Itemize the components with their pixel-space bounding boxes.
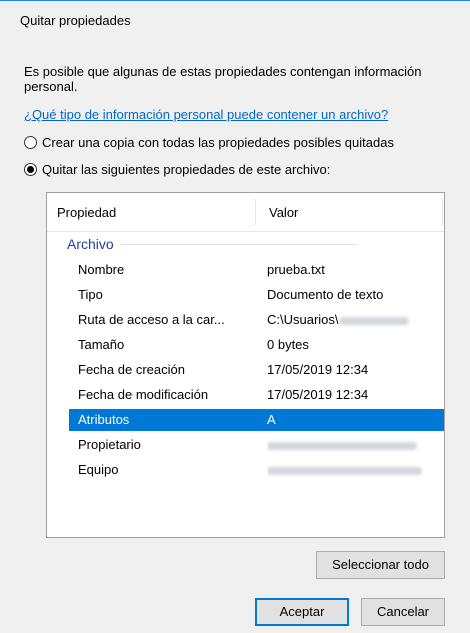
row-property: Fecha de modificación: [78, 387, 209, 402]
row-property: Ruta de acceso a la car...: [78, 312, 225, 327]
dialog-title: Quitar propiedades: [20, 13, 131, 28]
table-row[interactable]: Propietario: [69, 434, 444, 456]
accept-button[interactable]: Aceptar: [255, 598, 349, 626]
redacted-value: [267, 441, 417, 450]
select-all-button[interactable]: Seleccionar todo: [316, 551, 445, 579]
column-header-property[interactable]: Propiedad: [57, 205, 116, 220]
table-row[interactable]: Tipo Documento de texto: [69, 284, 444, 306]
dialog-description: Es posible que algunas de estas propieda…: [24, 64, 422, 94]
table-row[interactable]: Tamaño 0 bytes: [69, 334, 444, 356]
row-value: 17/05/2019 12:34: [267, 362, 369, 377]
column-divider[interactable]: [442, 199, 443, 225]
column-divider[interactable]: [255, 199, 256, 225]
list-header: Propiedad Valor: [47, 193, 444, 232]
row-property: Propietario: [78, 437, 141, 452]
cancel-button[interactable]: Cancelar: [361, 598, 445, 626]
table-row[interactable]: Ruta de acceso a la car... C:\Usuarios\: [69, 309, 444, 331]
radio-create-copy[interactable]: [24, 136, 37, 149]
table-row[interactable]: Equipo: [69, 459, 444, 481]
option-create-copy-label: Crear una copia con todas las propiedade…: [42, 135, 394, 150]
option-remove-properties[interactable]: Quitar las siguientes propiedades de est…: [24, 162, 330, 177]
row-value: 17/05/2019 12:34: [267, 387, 369, 402]
table-row-selected[interactable]: Atributos A: [69, 409, 444, 431]
row-value: [267, 459, 442, 481]
row-value: prueba.txt: [267, 262, 325, 277]
row-value: C:\Usuarios\: [267, 309, 442, 331]
group-divider: [119, 243, 357, 245]
row-value: 0 bytes: [267, 337, 309, 352]
option-create-copy[interactable]: Crear una copia con todas las propiedade…: [24, 135, 394, 150]
row-property: Atributos: [78, 412, 130, 427]
row-property: Fecha de creación: [78, 362, 185, 377]
row-property: Tamaño: [78, 337, 125, 352]
row-property: Nombre: [78, 262, 125, 277]
column-header-value[interactable]: Valor: [269, 205, 298, 220]
group-title: Archivo: [67, 236, 114, 252]
remove-properties-dialog: Quitar propiedades Es posible que alguna…: [0, 0, 470, 633]
row-value: Documento de texto: [267, 287, 384, 302]
row-property: Equipo: [78, 462, 119, 477]
properties-list[interactable]: Propiedad Valor Archivo Nombre prueba.tx…: [46, 192, 445, 538]
row-property: Tipo: [78, 287, 103, 302]
group-header-archivo: Archivo: [67, 236, 357, 252]
table-row[interactable]: Fecha de creación 17/05/2019 12:34: [69, 359, 444, 381]
redacted-value: [267, 466, 422, 475]
row-value-text: C:\Usuarios\: [267, 312, 339, 327]
row-value: A: [267, 412, 276, 427]
redacted-value: [338, 316, 409, 325]
table-row[interactable]: Nombre prueba.txt: [69, 259, 444, 281]
table-row[interactable]: Fecha de modificación 17/05/2019 12:34: [69, 384, 444, 406]
radio-remove-properties[interactable]: [24, 163, 37, 176]
option-remove-properties-label: Quitar las siguientes propiedades de est…: [42, 162, 331, 177]
personal-info-help-link[interactable]: ¿Qué tipo de información personal puede …: [24, 107, 388, 122]
row-value: [267, 434, 442, 456]
